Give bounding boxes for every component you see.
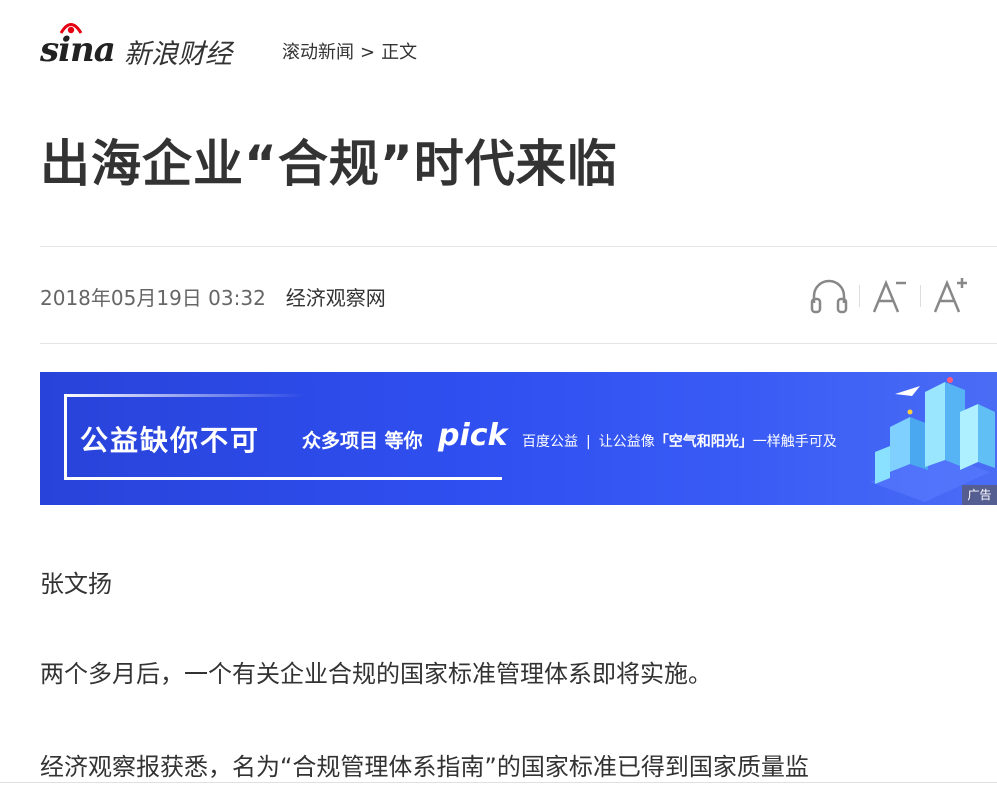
article-author: 张文扬	[40, 570, 112, 598]
sina-logo-text: sina	[40, 30, 116, 70]
article-title: 出海企业“合规”时代来临	[40, 135, 618, 193]
ad-bar: |	[586, 434, 591, 450]
sina-finance-logo[interactable]: sina 新浪财经	[40, 18, 232, 74]
ad-slogan-quote: 「空气和阳光」	[654, 434, 753, 450]
sina-logo-mark: sina	[40, 18, 120, 74]
article-source-link[interactable]: 经济观察网	[286, 286, 386, 310]
ad-pick-text: pick	[438, 418, 508, 453]
ad-label: 广告	[962, 485, 997, 505]
publish-date: 2018年05月19日 03:32	[40, 286, 266, 310]
ad-slogan: 百度公益 | 让公益像「空气和阳光」一样触手可及	[522, 431, 837, 451]
ad-partner: 百度公益	[522, 434, 578, 450]
article-tools	[799, 270, 981, 322]
listen-button[interactable]	[799, 270, 859, 322]
font-decrease-button[interactable]	[860, 270, 920, 322]
brand-name: 新浪财经	[124, 38, 232, 70]
breadcrumb-section-link[interactable]: 滚动新闻	[282, 42, 354, 63]
font-increase-button[interactable]	[921, 270, 981, 322]
bottom-divider	[0, 782, 997, 783]
ad-headline: 公益缺你不可	[80, 424, 261, 457]
breadcrumb-current: 正文	[381, 42, 418, 63]
article-paragraph: 两个多月后，一个有关企业合规的国家标准管理体系即将实施。	[40, 660, 712, 688]
page-header: sina 新浪财经 滚动新闻 > 正文	[40, 18, 960, 74]
headphones-icon	[810, 279, 848, 314]
ad-slogan-before: 让公益像	[598, 434, 655, 450]
ad-banner[interactable]: 公益缺你不可 众多项目 等你 pick 百度公益 | 让公益像「空气和阳光」一样触手…	[40, 372, 997, 505]
article-paragraph: 经济观察报获悉，名为“合规管理体系指南”的国家标准已得到国家质量监	[40, 753, 809, 781]
article-meta: 2018年05月19日 03:32 经济观察网	[40, 282, 386, 311]
font-increase-icon	[933, 278, 967, 313]
ad-slogan-after: 一样触手可及	[752, 434, 837, 450]
title-divider	[40, 246, 997, 247]
breadcrumb: 滚动新闻 > 正文	[282, 38, 417, 64]
ad-frame-top	[64, 394, 304, 397]
font-decrease-icon	[872, 279, 906, 313]
breadcrumb-separator: >	[360, 42, 376, 63]
meta-divider	[40, 343, 997, 344]
ad-subline: 众多项目 等你	[302, 430, 423, 452]
